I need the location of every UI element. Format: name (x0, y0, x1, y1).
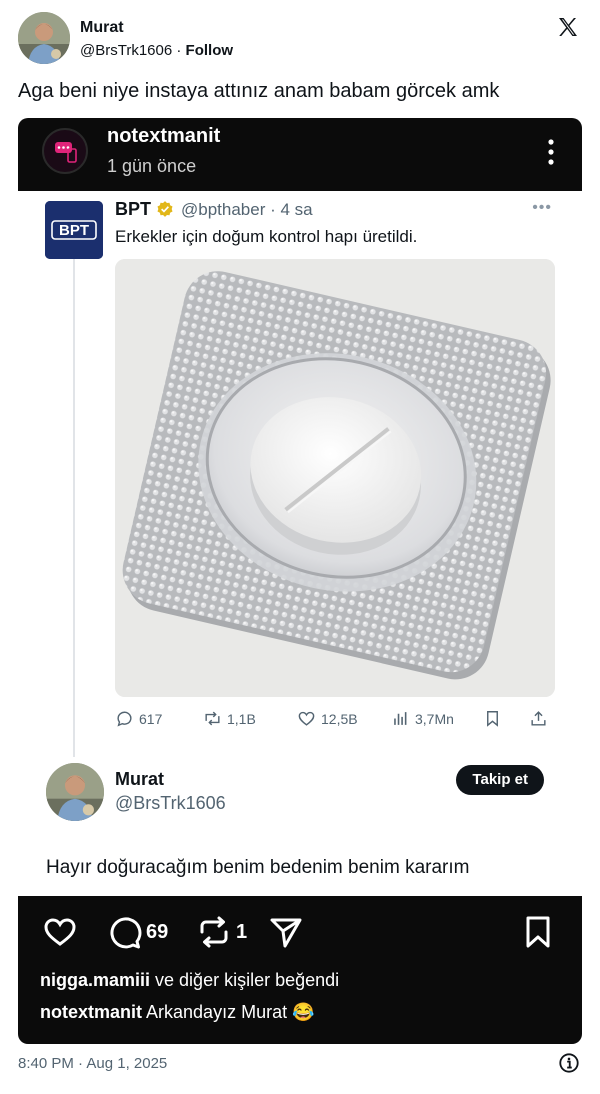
instagram-comment-button[interactable]: 69 (106, 914, 168, 950)
liked-by-suffix: ve diğer kişiler beğendi (150, 970, 340, 990)
tweet-text: Aga beni niye instaya attınız anam babam… (18, 80, 500, 102)
instagram-repost-button[interactable]: 1 (196, 914, 247, 950)
reply-stat[interactable]: 617 (115, 709, 162, 728)
quoted-post-stats: 617 1,1B 12,5B 3,7Mn (115, 709, 555, 731)
verified-badge-icon (157, 201, 173, 217)
bpt-logo[interactable]: BPT (45, 201, 103, 259)
instagram-username[interactable]: notextmanit (107, 125, 220, 148)
info-icon[interactable] (558, 1052, 580, 1074)
instagram-caption: notextmanit Arkandayız Murat 😂 (40, 1002, 315, 1023)
send-icon (270, 918, 302, 948)
repost-stat[interactable]: 1,1B (203, 709, 256, 728)
x-logo-icon[interactable] (556, 15, 580, 39)
views-stat[interactable]: 3,7Mn (391, 709, 454, 728)
heart-icon (298, 711, 315, 726)
bpt-handle[interactable]: @bpthaber (181, 200, 265, 219)
author-avatar[interactable] (18, 12, 70, 64)
reply-text: Hayır doğuracağım benim bedenim benim ka… (46, 857, 470, 878)
instagram-avatar[interactable] (42, 128, 88, 174)
bookmark-icon (487, 711, 498, 727)
share-stat[interactable] (529, 709, 548, 728)
reply-author-name[interactable]: Murat (115, 769, 164, 790)
bpt-logo-text: BPT (59, 222, 89, 239)
repost-count: 1 (236, 920, 248, 943)
bpt-name-text[interactable]: BPT (115, 199, 151, 219)
bookmark-stat[interactable] (483, 709, 502, 728)
liked-by-user[interactable]: nigga.mamiii (40, 970, 150, 990)
author-name[interactable]: Murat (80, 19, 124, 37)
instagram-action-bar: 69 1 nigga.mamiii ve diğer kişiler beğen… (18, 896, 582, 1044)
more-icon[interactable]: ••• (532, 199, 552, 217)
bpt-age: · 4 sa (270, 200, 313, 219)
tweet-timestamp[interactable]: 8:40 PM · Aug 1, 2025 (18, 1055, 167, 1072)
author-handle[interactable]: @BrsTrk1606 (80, 42, 172, 59)
instagram-share-button[interactable] (268, 914, 304, 950)
pill-blister-image[interactable] (115, 259, 555, 697)
instagram-save-button[interactable] (520, 914, 556, 950)
like-stat[interactable]: 12,5B (297, 709, 358, 728)
reply-author-avatar[interactable] (46, 763, 104, 821)
like-count: 12,5B (321, 710, 358, 727)
comment-count: 69 (146, 920, 169, 943)
reply-author-handle[interactable]: @BrsTrk1606 (115, 793, 226, 814)
separator-dot: · (172, 42, 186, 59)
repost-count: 1,1B (227, 710, 256, 727)
bpt-author-name[interactable]: BPT (115, 199, 174, 220)
author-handle-row: @BrsTrk1606 · Follow (80, 42, 233, 59)
instagram-post-header: notextmanit 1 gün önce (18, 118, 582, 191)
repost-icon (200, 916, 228, 948)
caption-text: Arkandayız Murat 😂 (142, 1002, 315, 1022)
caption-user[interactable]: notextmanit (40, 1002, 142, 1022)
bpt-post-text: Erkekler için doğum kontrol hapı üretild… (115, 227, 418, 246)
more-options-icon[interactable] (548, 138, 554, 166)
reply-icon (117, 711, 132, 727)
share-icon (531, 711, 546, 726)
views-icon (394, 712, 407, 725)
instagram-time-ago: 1 gün önce (107, 156, 197, 176)
repost-icon (205, 711, 220, 726)
views-count: 3,7Mn (415, 710, 454, 727)
follow-link[interactable]: Follow (186, 42, 234, 59)
follow-button[interactable]: Takip et (456, 765, 544, 795)
tweet-header: Murat @BrsTrk1606 · Follow (18, 12, 582, 66)
bookmark-icon (526, 916, 550, 948)
instagram-like-button[interactable] (42, 914, 78, 950)
heart-outline-icon (44, 918, 76, 946)
comment-icon (110, 917, 142, 949)
reply-count: 617 (139, 710, 163, 727)
instagram-liked-by: nigga.mamiii ve diğer kişiler beğendi (40, 970, 339, 991)
quoted-thread: BPT BPT @bpthaber · 4 sa ••• Erkekler iç… (18, 191, 582, 896)
thread-line (73, 259, 75, 757)
instagram-screenshot: notextmanit 1 gün önce BPT BPT @bpthaber (18, 118, 582, 1044)
bpt-handle-row: @bpthaber · 4 sa (181, 200, 313, 220)
